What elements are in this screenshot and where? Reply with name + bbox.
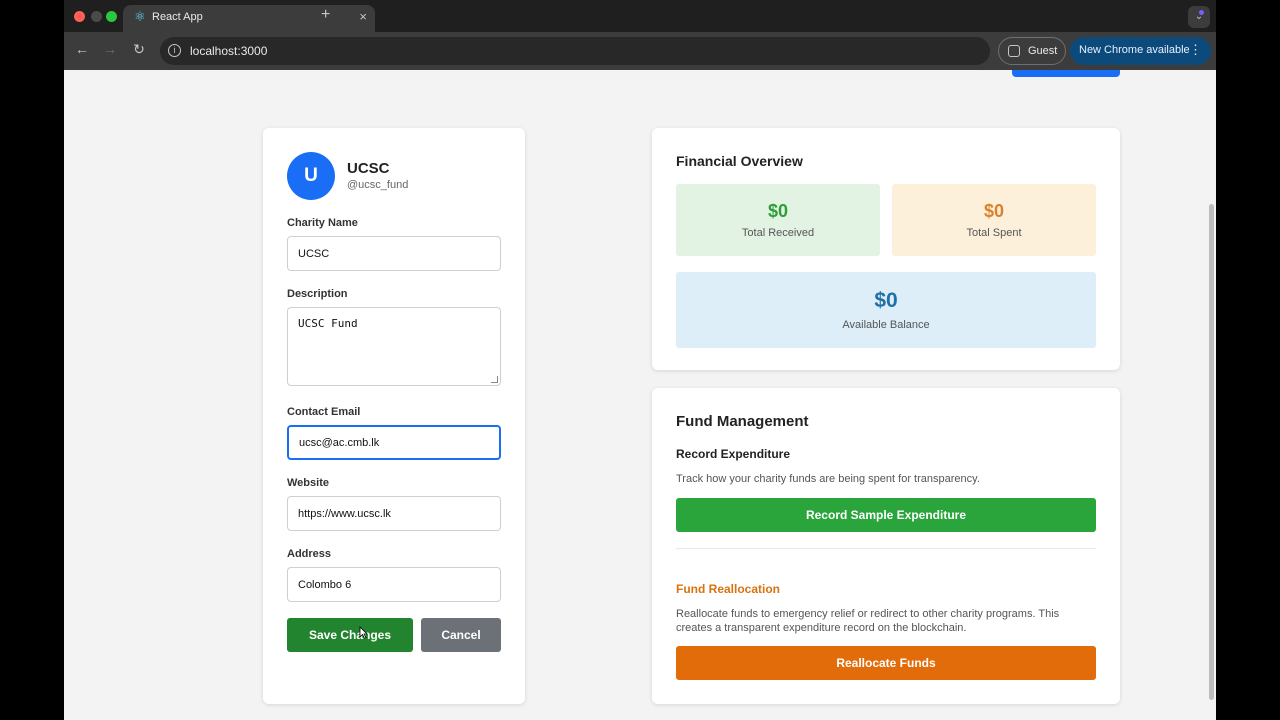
fund-management-card: Fund Management Record Expenditure Track… bbox=[652, 388, 1120, 704]
back-arrow-icon[interactable]: ← bbox=[73, 41, 91, 57]
financial-overview-title: Financial Overview bbox=[676, 153, 803, 169]
reallocate-funds-button[interactable]: Reallocate Funds bbox=[676, 646, 1096, 680]
available-balance-value: $0 bbox=[874, 289, 898, 312]
browser-toolbar: ← → ↻ i localhost:3000 Guest New Chrome … bbox=[64, 32, 1216, 70]
total-received-label: Total Received bbox=[741, 227, 815, 239]
charity-name-input[interactable] bbox=[287, 236, 501, 271]
cancel-button[interactable]: Cancel bbox=[421, 618, 501, 652]
browser-tab[interactable]: ⚛ React App × bbox=[123, 5, 375, 32]
page-scrollbar[interactable] bbox=[1207, 70, 1216, 720]
tab-search-button[interactable]: ⌄ bbox=[1188, 6, 1210, 28]
website-label: Website bbox=[287, 477, 329, 489]
description-textarea[interactable]: UCSC Fund bbox=[287, 307, 501, 386]
contact-email-input[interactable] bbox=[287, 425, 501, 460]
profile-icon bbox=[1008, 45, 1020, 57]
save-changes-button[interactable]: Save Changes bbox=[287, 618, 413, 652]
total-spent-box: $0 Total Spent bbox=[892, 184, 1096, 256]
fund-reallocation-title: Fund Reallocation bbox=[676, 582, 781, 596]
profile-handle: @ucsc_fund bbox=[347, 179, 409, 191]
update-label: New Chrome available bbox=[1079, 44, 1190, 56]
contact-email-label: Contact Email bbox=[287, 406, 361, 418]
profile-edit-card: U UCSC @ucsc_fund Charity Name Descripti… bbox=[263, 128, 525, 704]
fund-reallocation-description: Reallocate funds to emergency relief or … bbox=[676, 608, 1060, 634]
browser-window-chrome: ⚛ React App × + ⌄ ← → ↻ i localhost:3000… bbox=[64, 0, 1216, 70]
website-input[interactable] bbox=[287, 496, 501, 531]
page-content: U UCSC @ucsc_fund Charity Name Descripti… bbox=[64, 70, 1216, 720]
total-received-box: $0 Total Received bbox=[676, 184, 880, 256]
record-sample-expenditure-button[interactable]: Record Sample Expenditure bbox=[676, 498, 1096, 532]
header-action-button-partial[interactable] bbox=[1012, 70, 1120, 77]
close-window-button[interactable] bbox=[74, 11, 85, 22]
avatar: U bbox=[287, 152, 335, 200]
info-icon[interactable]: i bbox=[168, 44, 181, 57]
total-spent-value: $0 bbox=[983, 201, 1005, 221]
profile-name: UCSC bbox=[347, 160, 390, 177]
total-received-value: $0 bbox=[767, 201, 789, 221]
tab-title: React App bbox=[152, 11, 203, 23]
forward-arrow-icon[interactable]: → bbox=[101, 41, 119, 57]
description-label: Description bbox=[287, 288, 348, 300]
chrome-update-button[interactable]: New Chrome available ⋮ bbox=[1070, 37, 1211, 65]
mouse-pointer-icon bbox=[359, 626, 368, 639]
charity-name-label: Charity Name bbox=[287, 217, 358, 229]
reload-icon[interactable]: ↻ bbox=[130, 41, 148, 58]
financial-overview-card: Financial Overview $0 Total Received $0 … bbox=[652, 128, 1120, 370]
total-spent-label: Total Spent bbox=[966, 227, 1022, 239]
description-text: UCSC Fund bbox=[298, 317, 358, 330]
record-expenditure-title: Record Expenditure bbox=[676, 447, 791, 461]
tab-bar: ⚛ React App × + ⌄ bbox=[64, 0, 1216, 32]
maximize-window-button[interactable] bbox=[106, 11, 117, 22]
fund-management-title: Fund Management bbox=[676, 413, 809, 430]
guest-profile-button[interactable]: Guest bbox=[998, 37, 1066, 65]
react-icon: ⚛ bbox=[134, 9, 146, 24]
resize-handle[interactable] bbox=[491, 376, 498, 383]
tab-close-icon[interactable]: × bbox=[359, 9, 367, 24]
section-divider bbox=[676, 548, 1096, 549]
address-label: Address bbox=[287, 548, 332, 560]
notification-dot bbox=[1199, 10, 1204, 15]
available-balance-label: Available Balance bbox=[842, 319, 930, 331]
minimize-window-button[interactable] bbox=[91, 11, 102, 22]
new-tab-icon[interactable]: + bbox=[321, 6, 330, 24]
guest-label: Guest bbox=[1028, 45, 1058, 57]
available-balance-box: $0 Available Balance bbox=[676, 272, 1096, 348]
more-vertical-icon[interactable]: ⋮ bbox=[1189, 42, 1202, 58]
address-input[interactable] bbox=[287, 567, 501, 602]
address-bar[interactable]: i localhost:3000 bbox=[160, 37, 990, 65]
scrollbar-thumb[interactable] bbox=[1209, 204, 1214, 700]
record-expenditure-description: Track how your charity funds are being s… bbox=[676, 473, 980, 485]
url-text[interactable]: localhost:3000 bbox=[190, 44, 267, 58]
